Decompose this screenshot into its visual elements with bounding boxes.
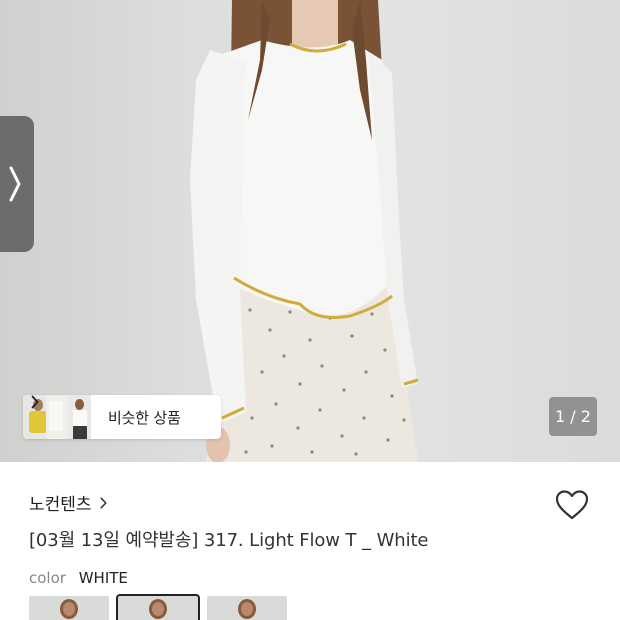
- product-info: 노컨텐츠 [03월 13일 예약발송] 317. Light Flow T _ …: [0, 462, 620, 620]
- color-swatches: [29, 594, 287, 620]
- brand-link[interactable]: 노컨텐츠: [29, 490, 107, 515]
- page-indicator: 1 / 2: [549, 397, 597, 436]
- similar-thumb-3: [68, 395, 92, 439]
- color-swatch[interactable]: [29, 596, 109, 620]
- brand-name: 노컨텐츠: [29, 495, 92, 515]
- chevron-right-icon: [31, 395, 39, 409]
- similar-products-button[interactable]: 비슷한 상품: [23, 395, 221, 439]
- color-label: color: [29, 569, 66, 587]
- model-photo: [190, 0, 419, 462]
- chevron-right-icon: [100, 496, 107, 509]
- gallery-prev-button[interactable]: [0, 116, 34, 252]
- color-value: WHITE: [78, 569, 128, 587]
- product-title: [03월 13일 예약발송] 317. Light Flow T _ White: [29, 530, 429, 551]
- chevron-right-icon: [9, 166, 21, 202]
- color-swatch-selected[interactable]: [116, 594, 200, 620]
- similar-products-label: 비슷한 상품: [108, 408, 181, 427]
- color-option: color WHITE: [29, 569, 128, 587]
- heart-icon[interactable]: [554, 489, 590, 521]
- color-swatch[interactable]: [207, 596, 287, 620]
- similar-thumb-2: [45, 395, 69, 439]
- product-image[interactable]: 비슷한 상품 1 / 2: [0, 0, 620, 462]
